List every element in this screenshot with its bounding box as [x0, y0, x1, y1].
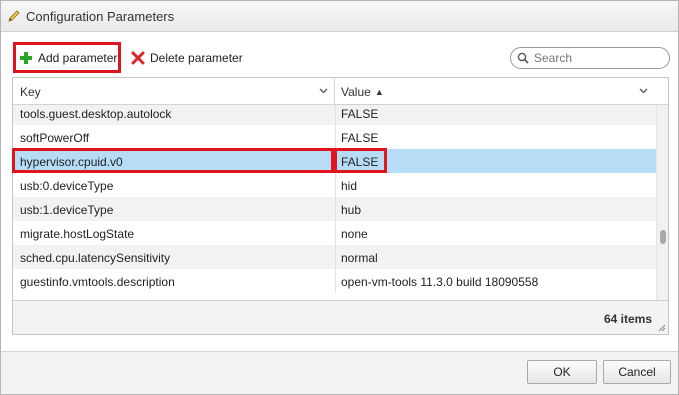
grid-header: Key Value ▲ — [13, 78, 668, 105]
add-parameter-button[interactable]: Add parameter — [13, 42, 121, 73]
plus-icon — [20, 51, 32, 64]
dialog-button-bar: OK Cancel — [1, 351, 678, 394]
pencil-icon — [8, 10, 20, 22]
dialog-title: Configuration Parameters — [26, 9, 175, 24]
x-icon — [131, 51, 145, 64]
grid-footer: 64 items — [13, 300, 668, 334]
key-cell: migrate.hostLogState — [20, 227, 135, 241]
value-cell: open-vm-tools 11.3.0 build 18090558 — [341, 275, 539, 289]
resize-grip-icon[interactable] — [658, 324, 666, 332]
table-row[interactable]: sched.cpu.latencySensitivity normal — [13, 245, 656, 269]
delete-parameter-button[interactable]: Delete parameter — [129, 42, 253, 73]
chevron-down-icon[interactable] — [639, 88, 648, 94]
key-cell: usb:1.deviceType — [20, 203, 114, 217]
configuration-parameters-dialog: Configuration Parameters Add parameter D… — [0, 0, 679, 395]
delete-parameter-label: Delete parameter — [150, 50, 243, 65]
value-cell: FALSE — [341, 107, 379, 121]
highlight-box-key — [12, 148, 334, 173]
table-row[interactable]: usb:1.deviceType hub — [13, 197, 656, 221]
key-cell: sched.cpu.latencySensitivity — [20, 251, 171, 265]
chevron-down-icon[interactable] — [319, 88, 328, 94]
ok-button[interactable]: OK — [527, 360, 597, 384]
table-row[interactable]: softPowerOff FALSE — [13, 125, 656, 149]
value-cell: hid — [341, 179, 358, 193]
cancel-button[interactable]: Cancel — [603, 360, 671, 384]
value-cell: normal — [341, 251, 378, 265]
search-box[interactable] — [510, 47, 670, 69]
value-cell: FALSE — [341, 131, 379, 145]
table-row[interactable]: guestinfo.vmtools.description open-vm-to… — [13, 269, 656, 293]
table-row[interactable]: usb:0.deviceType hid — [13, 173, 656, 197]
search-icon — [517, 52, 529, 64]
scrollbar-thumb[interactable] — [660, 230, 666, 244]
key-cell: tools.guest.desktop.autolock — [20, 107, 172, 121]
highlight-box-value — [334, 148, 387, 173]
column-header-key-label: Key — [20, 84, 41, 99]
column-header-value-label: Value — [341, 84, 371, 99]
item-count: 64 items — [603, 312, 652, 326]
value-cell: none — [341, 227, 368, 241]
column-header-value[interactable]: Value ▲ — [335, 78, 655, 105]
grid-rows: tools.guest.desktop.autolock FALSE softP… — [13, 105, 656, 300]
column-header-key[interactable]: Key — [13, 78, 335, 105]
add-parameter-label: Add parameter — [38, 50, 118, 65]
dialog-title-bar[interactable]: Configuration Parameters — [1, 1, 678, 32]
table-row[interactable]: migrate.hostLogState none — [13, 221, 656, 245]
table-row[interactable]: tools.guest.desktop.autolock FALSE — [13, 105, 656, 125]
value-cell: hub — [341, 203, 362, 217]
search-input[interactable] — [534, 51, 664, 65]
key-cell: softPowerOff — [20, 131, 90, 145]
key-cell: usb:0.deviceType — [20, 179, 114, 193]
parameters-grid: Key Value ▲ tools.guest.desktop.autolock… — [12, 77, 669, 335]
sort-ascending-icon: ▲ — [374, 86, 384, 97]
vertical-scrollbar[interactable] — [656, 105, 668, 300]
key-cell: guestinfo.vmtools.description — [20, 275, 175, 289]
